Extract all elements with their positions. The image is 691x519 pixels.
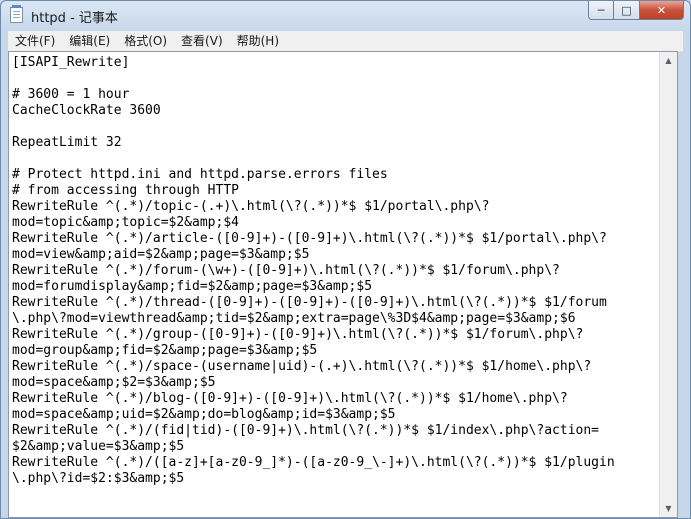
minimize-icon: ─ — [597, 3, 605, 17]
menu-edit[interactable]: 编辑(E) — [62, 31, 117, 51]
close-button[interactable]: ✕ — [640, 1, 684, 20]
maximize-button[interactable]: □ — [614, 1, 640, 20]
text-editor[interactable]: [ISAPI_Rewrite] # 3600 = 1 hour CacheClo… — [8, 51, 678, 518]
scroll-track[interactable] — [660, 69, 677, 500]
menu-format[interactable]: 格式(O) — [117, 31, 174, 51]
notepad-window: httpd - 记事本 ─ □ ✕ 文件(F) 编辑(E) 格式(O) 查看(V… — [0, 0, 691, 519]
menu-file[interactable]: 文件(F) — [8, 31, 62, 51]
menu-bar: 文件(F) 编辑(E) 格式(O) 查看(V) 帮助(H) — [8, 31, 683, 52]
menu-help[interactable]: 帮助(H) — [230, 31, 286, 51]
menu-view[interactable]: 查看(V) — [174, 31, 230, 51]
scroll-up-arrow-icon[interactable]: ▲ — [660, 52, 677, 69]
caption-buttons: ─ □ ✕ — [588, 1, 684, 20]
maximize-icon: □ — [621, 3, 632, 17]
scroll-down-arrow-icon[interactable]: ▼ — [660, 500, 677, 517]
minimize-button[interactable]: ─ — [588, 1, 614, 20]
title-bar[interactable]: httpd - 记事本 ─ □ ✕ — [1, 1, 690, 29]
window-title: httpd - 记事本 — [31, 11, 118, 26]
vertical-scrollbar[interactable]: ▲ ▼ — [659, 52, 677, 517]
notepad-icon[interactable] — [10, 5, 23, 23]
editor-content[interactable]: [ISAPI_Rewrite] # 3600 = 1 hour CacheClo… — [12, 55, 658, 487]
close-icon: ✕ — [656, 3, 667, 17]
